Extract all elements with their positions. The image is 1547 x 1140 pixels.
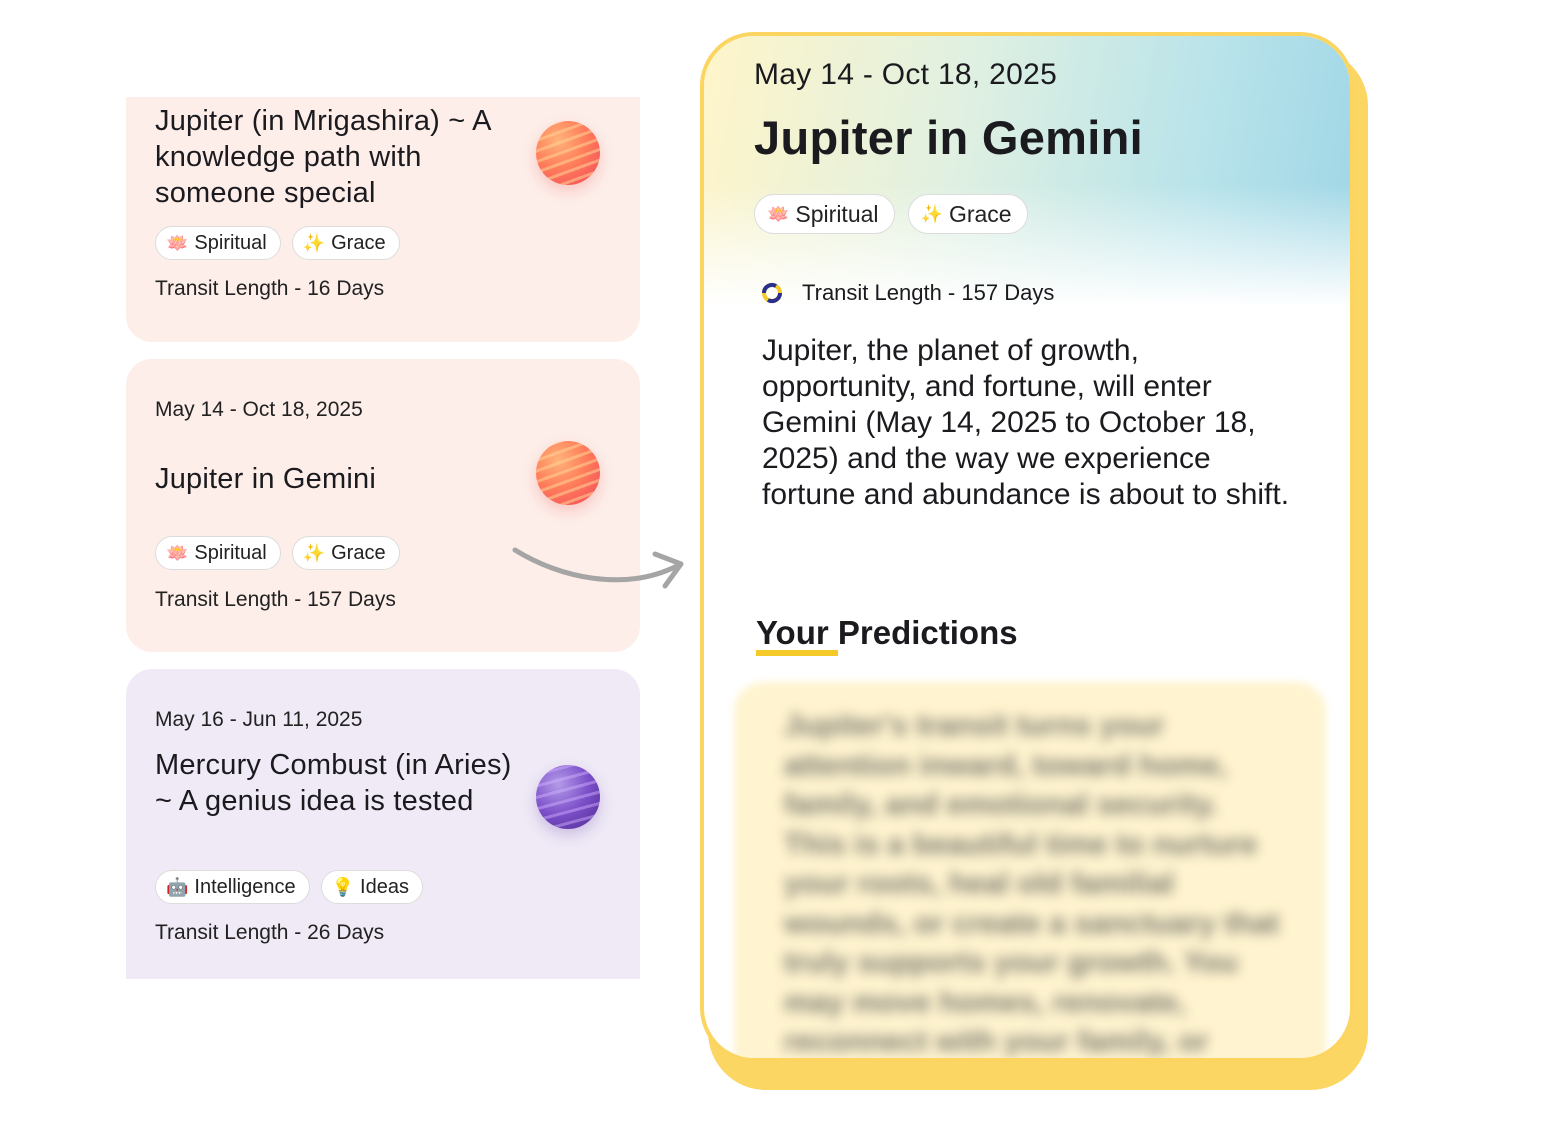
tag-grace[interactable]: ✨ Grace — [291, 226, 400, 260]
tag-label: Spiritual — [795, 200, 879, 227]
detail-description: Jupiter, the planet of growth, opportuni… — [762, 334, 1290, 511]
tag-label: Spiritual — [194, 541, 267, 564]
lotus-icon: 🪷 — [166, 543, 189, 563]
lotus-icon: 🪷 — [166, 233, 189, 253]
predictions-text-blurred: Jupiter's transit turns your attention i… — [784, 709, 1280, 1058]
tag-ideas[interactable]: 💡 Ideas — [320, 870, 423, 904]
tag-label: Ideas — [360, 875, 409, 898]
sparkles-icon: ✨ — [302, 543, 326, 563]
sparkles-icon: ✨ — [302, 233, 326, 253]
detail-title: Jupiter in Gemini — [754, 111, 1143, 164]
tag-spiritual[interactable]: 🪷 Spiritual — [155, 536, 281, 570]
purple-planet-icon — [536, 765, 600, 829]
transit-card-jupiter-gemini[interactable]: May 14 - Oct 18, 2025 Jupiter in Gemini … — [126, 359, 640, 652]
transit-length: Transit Length - 157 Days — [802, 280, 1055, 305]
orange-planet-icon — [536, 121, 600, 185]
card-date: May 16 - Jun 11, 2025 — [155, 708, 363, 731]
card-title: Jupiter (in Mrigashira) ~ A knowledge pa… — [155, 105, 491, 209]
card-date: May 14 - Oct 18, 2025 — [155, 398, 363, 421]
card-title: Jupiter in Gemini — [155, 463, 376, 495]
transit-length: Transit Length - 157 Days — [155, 588, 396, 611]
sparkles-icon: ✨ — [920, 204, 943, 224]
tag-label: Grace — [948, 200, 1012, 227]
robot-icon: 🤖 — [166, 877, 189, 897]
cycle-icon — [761, 282, 783, 304]
tag-label: Grace — [331, 541, 386, 564]
tag-label: Intelligence — [194, 875, 296, 898]
transit-card-jupiter-mrigashira[interactable]: Jupiter (in Mrigashira) ~ A knowledge pa… — [126, 97, 640, 342]
curved-arrow-icon — [512, 547, 684, 589]
tag-list: 🪷 Spiritual ✨ Grace — [155, 226, 400, 260]
transit-length: Transit Length - 16 Days — [155, 277, 385, 300]
transit-card-mercury-combust[interactable]: May 16 - Jun 11, 2025 Mercury Combust (i… — [126, 669, 640, 979]
transit-detail-panel: May 14 - Oct 18, 2025 Jupiter in Gemini … — [700, 32, 1354, 1062]
lightbulb-icon: 💡 — [331, 877, 355, 897]
tag-spiritual[interactable]: 🪷 Spiritual — [754, 194, 895, 234]
detail-tag-list: 🪷 Spiritual ✨ Grace — [754, 194, 1028, 234]
tag-list: 🤖 Intelligence 💡 Ideas — [155, 870, 423, 904]
tag-spiritual[interactable]: 🪷 Spiritual — [155, 226, 281, 260]
lotus-icon: 🪷 — [767, 204, 790, 224]
tag-list: 🪷 Spiritual ✨ Grace — [155, 536, 400, 570]
tag-intelligence[interactable]: 🤖 Intelligence — [155, 870, 310, 904]
transit-length: Transit Length - 26 Days — [155, 921, 385, 944]
tag-grace[interactable]: ✨ Grace — [907, 194, 1028, 234]
tag-label: Spiritual — [194, 231, 267, 254]
card-title: Mercury Combust (in Aries) ~ A genius id… — [155, 749, 512, 817]
detail-date: May 14 - Oct 18, 2025 — [754, 58, 1058, 91]
tag-label: Grace — [331, 231, 386, 254]
tag-grace[interactable]: ✨ Grace — [291, 536, 400, 570]
detail-transit-row: Transit Length - 157 Days — [760, 280, 1054, 306]
orange-planet-icon — [536, 441, 600, 505]
predictions-heading: Your Predictions — [756, 614, 1018, 651]
